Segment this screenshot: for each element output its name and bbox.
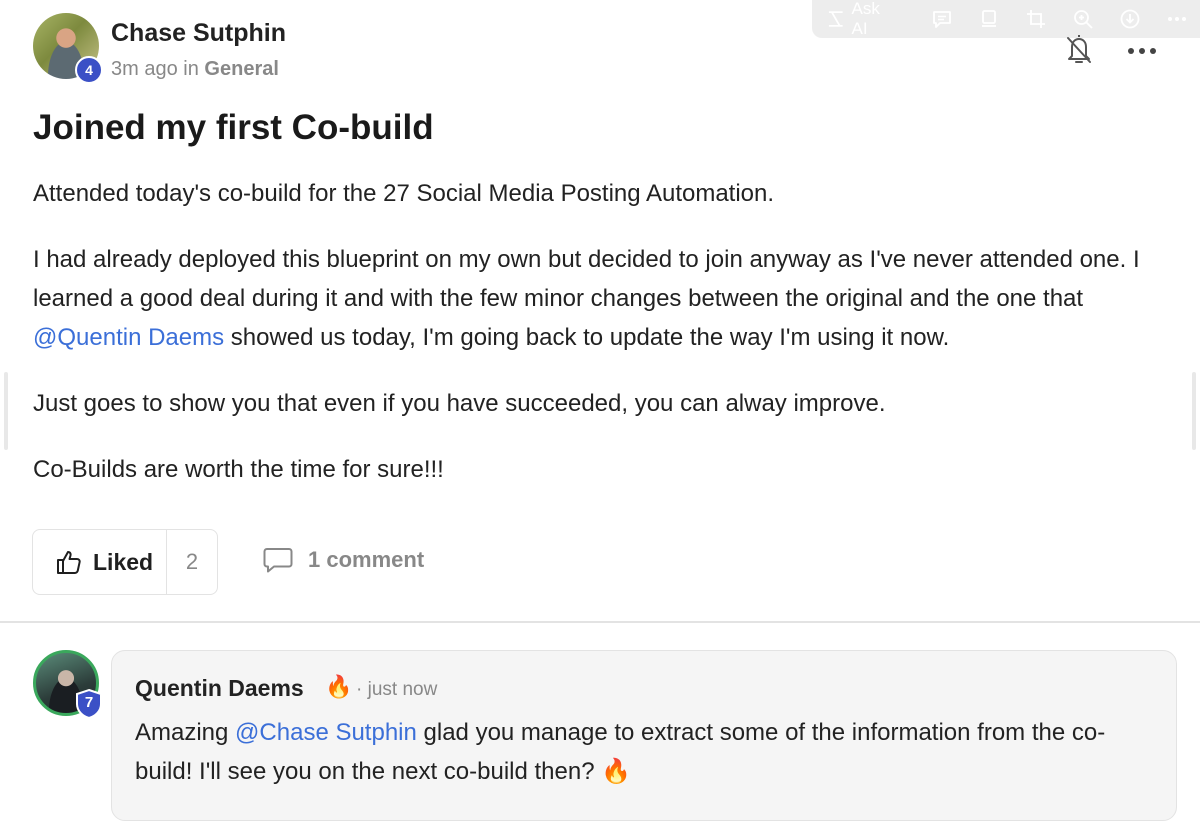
paragraph-text: showed us today, I'm going back to updat… bbox=[224, 324, 950, 351]
post-page: Ask AI 4 Chase Sutphin 3m ago in General… bbox=[0, 0, 1200, 834]
post-in-label: in bbox=[183, 58, 199, 80]
post-paragraph: I had already deployed this blueprint on… bbox=[33, 240, 1173, 357]
toolbar-more-button[interactable] bbox=[1153, 0, 1200, 38]
comment-time-text: just now bbox=[367, 679, 438, 700]
post-time: 3m ago bbox=[111, 58, 178, 80]
bell-off-icon bbox=[1067, 35, 1091, 63]
notification-button[interactable] bbox=[1064, 32, 1094, 71]
comment-text: Amazing @Chase Sutphin glad you manage t… bbox=[135, 713, 1145, 791]
floating-toolbar: Ask AI bbox=[812, 0, 1200, 38]
like-count-button[interactable]: 2 bbox=[167, 549, 217, 575]
comment-icon bbox=[933, 11, 951, 28]
download-icon bbox=[1120, 9, 1140, 29]
comment-text-part: Amazing bbox=[135, 719, 236, 746]
like-button[interactable]: Liked bbox=[33, 530, 167, 594]
post-paragraph: Attended today's co-build for the 27 Soc… bbox=[33, 180, 775, 207]
post-body: Attended today's co-build for the 27 Soc… bbox=[33, 174, 1173, 516]
like-group: Liked 2 bbox=[32, 529, 218, 595]
post-paragraph: Co-Builds are worth the time for sure!!! bbox=[33, 456, 444, 483]
sparkle-icon bbox=[828, 11, 843, 27]
commenter-level: 7 bbox=[84, 694, 94, 711]
author-avatar[interactable]: 4 bbox=[33, 13, 103, 84]
channel-link[interactable]: General bbox=[204, 58, 278, 80]
comment-tool-button[interactable] bbox=[919, 0, 966, 38]
comment-time: · just now bbox=[356, 679, 438, 700]
mention-link[interactable]: @Chase Sutphin bbox=[235, 719, 417, 746]
post-title: Joined my first Co-build bbox=[33, 108, 434, 147]
right-edge-bar bbox=[1192, 372, 1196, 450]
mention-link[interactable]: @Quentin Daems bbox=[33, 324, 224, 351]
fire-emoji-icon: 🔥 bbox=[325, 674, 353, 699]
crop-icon bbox=[1026, 10, 1045, 28]
section-divider bbox=[0, 621, 1200, 623]
more-icon bbox=[1167, 17, 1186, 21]
comment-bubble-icon bbox=[263, 548, 293, 573]
author-name[interactable]: Chase Sutphin bbox=[111, 19, 286, 48]
comment-author-name[interactable]: Quentin Daems bbox=[135, 675, 304, 702]
paragraph-text: I had already deployed this blueprint on… bbox=[33, 246, 1140, 312]
document-icon bbox=[981, 10, 996, 27]
level-badge: 4 bbox=[75, 56, 103, 84]
post-options-button[interactable] bbox=[1127, 36, 1157, 62]
more-horizontal-icon bbox=[1128, 48, 1156, 54]
zoom-icon bbox=[1073, 10, 1093, 29]
thumbs-up-icon bbox=[57, 551, 81, 574]
like-label: Liked bbox=[93, 548, 154, 575]
comment-bubble: Quentin Daems 🔥 · just now Amazing @Chas… bbox=[111, 650, 1177, 821]
post-paragraph: Just goes to show you that even if you h… bbox=[33, 390, 886, 417]
crop-tool-button[interactable] bbox=[1012, 0, 1059, 38]
ask-ai-button[interactable]: Ask AI bbox=[826, 0, 919, 38]
commenter-avatar[interactable]: 7 bbox=[33, 650, 102, 720]
download-tool-button[interactable] bbox=[1106, 0, 1153, 38]
comment-count-label: 1 comment bbox=[308, 547, 425, 572]
left-edge-bar bbox=[4, 372, 8, 450]
comment-count-button[interactable]: 1 comment bbox=[262, 546, 424, 574]
ask-ai-label: Ask AI bbox=[851, 0, 880, 38]
post-meta: 3m ago in General bbox=[111, 58, 279, 81]
document-tool-button[interactable] bbox=[965, 0, 1012, 38]
